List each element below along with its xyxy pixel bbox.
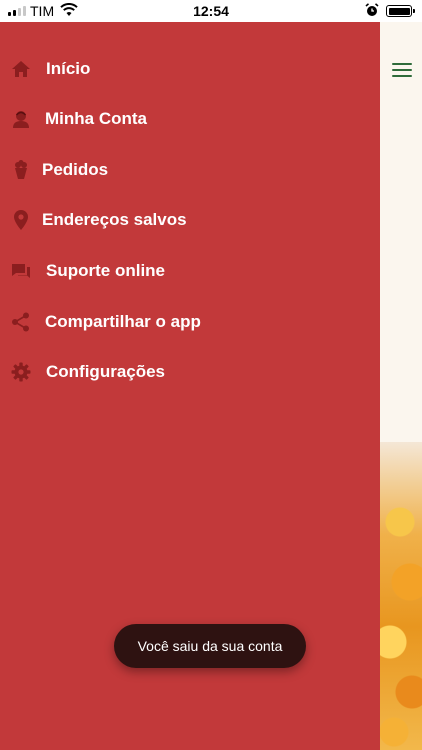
- home-icon: [10, 58, 32, 80]
- menu-item-label: Suporte online: [46, 261, 165, 280]
- menu-item-compartilhar[interactable]: Compartilhar o app: [0, 299, 380, 343]
- status-bar: TIM 12:54: [0, 0, 422, 22]
- menu-item-label: Configurações: [46, 362, 166, 381]
- hamburger-menu-icon[interactable]: [392, 63, 412, 79]
- menu-item-label: Compartilhar o app: [45, 312, 201, 331]
- gear-icon: [10, 361, 32, 383]
- share-icon: [10, 311, 32, 333]
- menu-item-label: Início: [46, 59, 91, 78]
- logout-toast: Você saiu da sua conta: [114, 624, 306, 668]
- toast-message: Você saiu da sua conta: [137, 638, 283, 654]
- battery-icon: [386, 5, 415, 17]
- status-time: 12:54: [193, 3, 229, 19]
- main-content-background: [380, 22, 422, 750]
- menu-item-inicio[interactable]: Início: [0, 46, 380, 90]
- flower-bouquet-icon: [10, 159, 32, 181]
- chat-icon: [10, 260, 32, 282]
- alarm-clock-icon: [365, 3, 379, 20]
- menu-item-minha-conta[interactable]: Minha Conta: [0, 96, 380, 140]
- menu-item-pedidos[interactable]: Pedidos: [0, 147, 380, 191]
- menu-item-label: Minha Conta: [45, 109, 147, 128]
- menu-item-label: Pedidos: [42, 160, 109, 179]
- menu-item-label: Endereços salvos: [42, 210, 187, 229]
- roses-image: [380, 442, 422, 750]
- menu-item-enderecos-salvos[interactable]: Endereços salvos: [0, 197, 380, 241]
- location-pin-icon: [10, 209, 32, 231]
- menu-item-configuracoes[interactable]: Configurações: [0, 349, 380, 393]
- account-icon: [10, 108, 32, 130]
- menu-item-suporte-online[interactable]: Suporte online: [0, 248, 380, 292]
